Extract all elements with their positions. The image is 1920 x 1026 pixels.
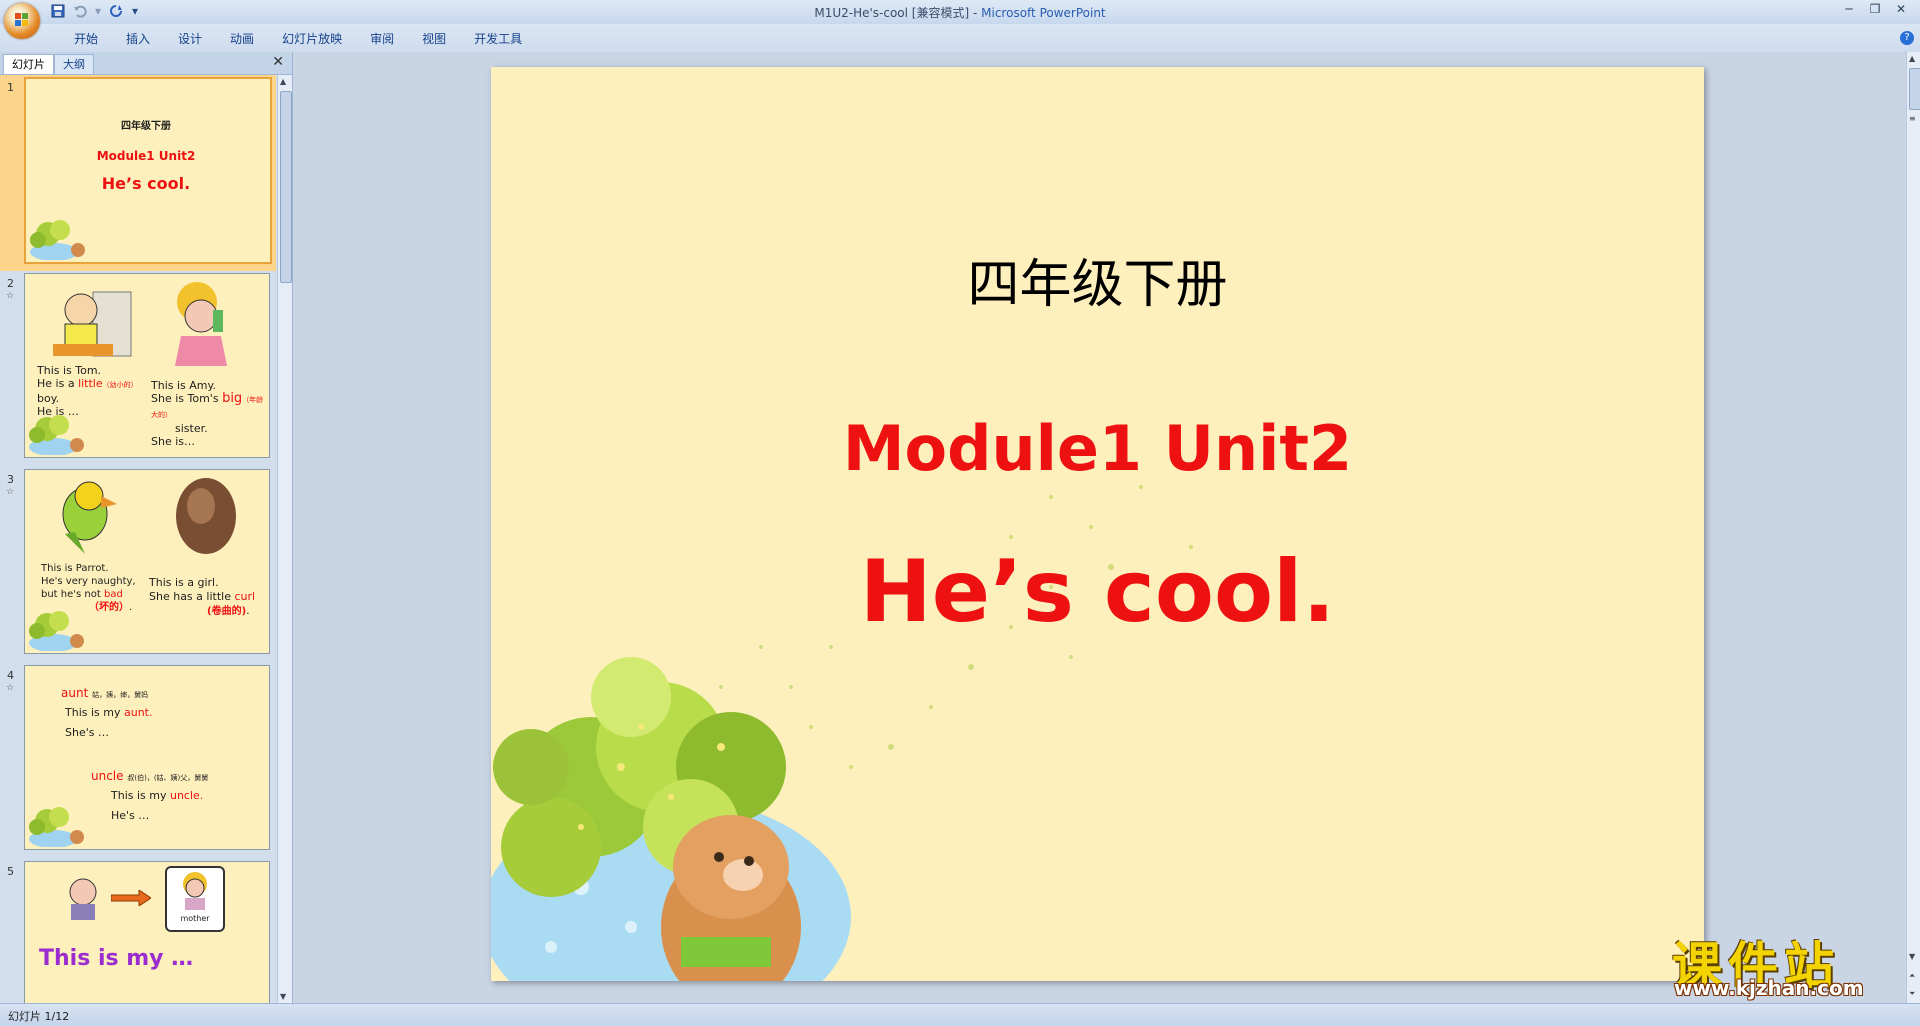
thumbnail-scrollbar[interactable]: ▲ ▼ — [277, 75, 292, 1003]
slide-title[interactable]: 四年级下册 — [491, 242, 1704, 317]
scroll-down-icon[interactable]: ▼ — [1909, 952, 1915, 961]
office-logo-icon — [15, 13, 28, 26]
scroll-handle-grip-icon: ≡ — [1909, 114, 1916, 123]
tab-slideshow[interactable]: 幻灯片放映 — [268, 30, 356, 47]
tab-outline[interactable]: 大纲 — [54, 54, 94, 74]
scroll-down-icon[interactable]: ▼ — [280, 992, 286, 1001]
ribbon-tabs: 开始 插入 设计 动画 幻灯片放映 审阅 视图 开发工具 — [60, 30, 536, 47]
status-bar: 幻灯片 1/12 — [0, 1003, 1920, 1026]
slide-number: 5 — [7, 865, 14, 878]
scrollbar-thumb[interactable] — [280, 91, 292, 283]
thumb5-big-text: This is my … — [39, 946, 194, 971]
slide-subtitle[interactable]: Module1 Unit2 — [491, 412, 1704, 485]
slide-thumbnail-image[interactable]: aunt 姑，姨，婶，舅妈 This is my aunt. She's … u… — [24, 665, 270, 850]
slide-thumbnail-image[interactable]: mother This is my … — [24, 861, 270, 1003]
slide-thumbnail-4[interactable]: 4 ☆ aunt 姑，姨，婶，舅妈 This is my aunt. She's… — [0, 663, 276, 859]
tab-view[interactable]: 视图 — [408, 30, 460, 47]
slide-number: 4 — [7, 669, 14, 682]
window-controls: ─ ❐ ✕ — [1836, 0, 1914, 18]
slide-thumbnail-image[interactable]: This is Tom. He is a little（幼小的） boy. He… — [24, 273, 270, 458]
thumb4-line2: She's … — [65, 726, 109, 739]
next-slide-icon[interactable]: ⏷ — [1909, 989, 1915, 999]
tom-image — [53, 291, 132, 357]
thumb-main: He’s cool. — [101, 174, 191, 193]
slide-thumbnail-list: 1 四年级下册 Module1 Unit2 He’s cool. 2 ☆ Thi… — [0, 75, 276, 1003]
ribbon: 开始 插入 设计 动画 幻灯片放映 审阅 视图 开发工具 ? — [0, 24, 1920, 53]
slides-pane: 幻灯片 大纲 ✕ 1 四年级下册 Module1 Unit2 He’s cool… — [0, 52, 293, 1003]
tab-insert[interactable]: 插入 — [112, 30, 164, 47]
tab-review[interactable]: 审阅 — [356, 30, 408, 47]
tab-developer[interactable]: 开发工具 — [460, 30, 536, 47]
plant-bear-image — [29, 807, 84, 847]
slide-count-status: 幻灯片 1/12 — [8, 1010, 70, 1023]
thumb-title: 四年级下册 — [121, 121, 171, 132]
slide-thumbnail-image[interactable]: 四年级下册 Module1 Unit2 He’s cool. — [24, 77, 272, 264]
watermark: 课件站 www.kjzhan.com — [1672, 926, 1902, 1002]
plant-bear-image — [29, 611, 84, 651]
animation-star-icon: ☆ — [6, 291, 15, 301]
girl-curly-hair-image — [176, 478, 236, 554]
tab-home[interactable]: 开始 — [60, 30, 112, 47]
slide-number: 1 — [7, 81, 14, 94]
close-pane-icon[interactable]: ✕ — [272, 54, 284, 70]
plant-bear-image — [30, 220, 85, 260]
slide-thumbnail-1[interactable]: 1 四年级下册 Module1 Unit2 He’s cool. — [0, 75, 276, 271]
slide-thumbnail-3[interactable]: 3 ☆ This is Parrot. He's very naughty, b… — [0, 467, 276, 663]
watermark-url: www.kjzhan.com — [1674, 976, 1864, 1000]
slide-thumbnail-2[interactable]: 2 ☆ This is Tom. He is a little（幼小的） boy… — [0, 271, 276, 467]
window-title: M1U2-He's-cool [兼容模式] - Microsoft PowerP… — [0, 4, 1920, 21]
slide-editor-area: 四年级下册 Module1 Unit2 He’s cool. — [293, 52, 1905, 1003]
slide-number: 2 — [7, 277, 14, 290]
amy-image — [175, 282, 227, 366]
pane-tabs: 幻灯片 大纲 ✕ — [0, 52, 292, 75]
mother-image — [183, 872, 207, 910]
scroll-up-icon[interactable]: ▲ — [280, 77, 286, 86]
slide-thumbnail-5[interactable]: 5 mother This is my … — [0, 859, 276, 1003]
minimize-icon[interactable]: ─ — [1836, 0, 1862, 18]
thumb3-right-text: This is a girl. She has a little curl (卷… — [149, 576, 256, 617]
thumb-subtitle: Module1 Unit2 — [96, 149, 196, 163]
slide-scrollbar[interactable]: ▲ ≡ ▼ ⏶ ⏷ — [1906, 52, 1920, 1003]
previous-slide-icon[interactable]: ⏶ — [1909, 971, 1915, 981]
animation-star-icon: ☆ — [6, 487, 15, 497]
slide-thumbnail-image[interactable]: This is Parrot. He's very naughty, but h… — [24, 469, 270, 654]
tab-animations[interactable]: 动画 — [216, 30, 268, 47]
arrow-right-icon — [111, 890, 151, 906]
thumb4-line3: This is my uncle. — [111, 789, 204, 802]
scroll-up-icon[interactable]: ▲ — [1909, 54, 1915, 63]
mother-label: mother — [180, 914, 210, 923]
slide-number: 3 — [7, 473, 14, 486]
maximize-icon[interactable]: ❐ — [1862, 0, 1888, 18]
document-title: M1U2-He's-cool [兼容模式] — [814, 6, 970, 20]
grandpa-image — [69, 878, 97, 920]
slide-decoration — [491, 485, 1193, 981]
parrot-image — [62, 481, 117, 554]
title-bar: ▾ ▾ M1U2-He's-cool [兼容模式] - Microsoft Po… — [0, 0, 1920, 24]
mother-card: mother — [165, 866, 225, 932]
tab-design[interactable]: 设计 — [164, 30, 216, 47]
office-button[interactable] — [4, 3, 40, 39]
slide-main-text[interactable]: He’s cool. — [491, 542, 1704, 642]
current-slide[interactable]: 四年级下册 Module1 Unit2 He’s cool. — [491, 67, 1704, 981]
thumb4-word-uncle: uncle 叔(伯)，(姑、姨)父，舅舅 — [91, 769, 209, 783]
help-icon[interactable]: ? — [1900, 31, 1914, 45]
thumb2-left-text: This is Tom. He is a little（幼小的） boy. He… — [37, 364, 138, 418]
thumb4-line1: This is my aunt. — [65, 706, 153, 719]
title-separator: - — [969, 6, 982, 20]
plant-bear-image — [29, 415, 84, 455]
thumb3-left-text: This is Parrot. He's very naughty, but h… — [41, 563, 136, 613]
tab-slides[interactable]: 幻灯片 — [3, 54, 54, 74]
animation-star-icon: ☆ — [6, 683, 15, 693]
scrollbar-thumb[interactable] — [1909, 68, 1920, 110]
thumb4-line4: He's … — [111, 809, 150, 822]
close-icon[interactable]: ✕ — [1888, 0, 1914, 18]
app-name: Microsoft PowerPoint — [981, 6, 1106, 20]
thumb2-right-text: This is Amy. She is Tom's big（年龄大的） sist… — [151, 379, 264, 448]
thumb4-word-aunt: aunt 姑，姨，婶，舅妈 — [61, 686, 149, 700]
